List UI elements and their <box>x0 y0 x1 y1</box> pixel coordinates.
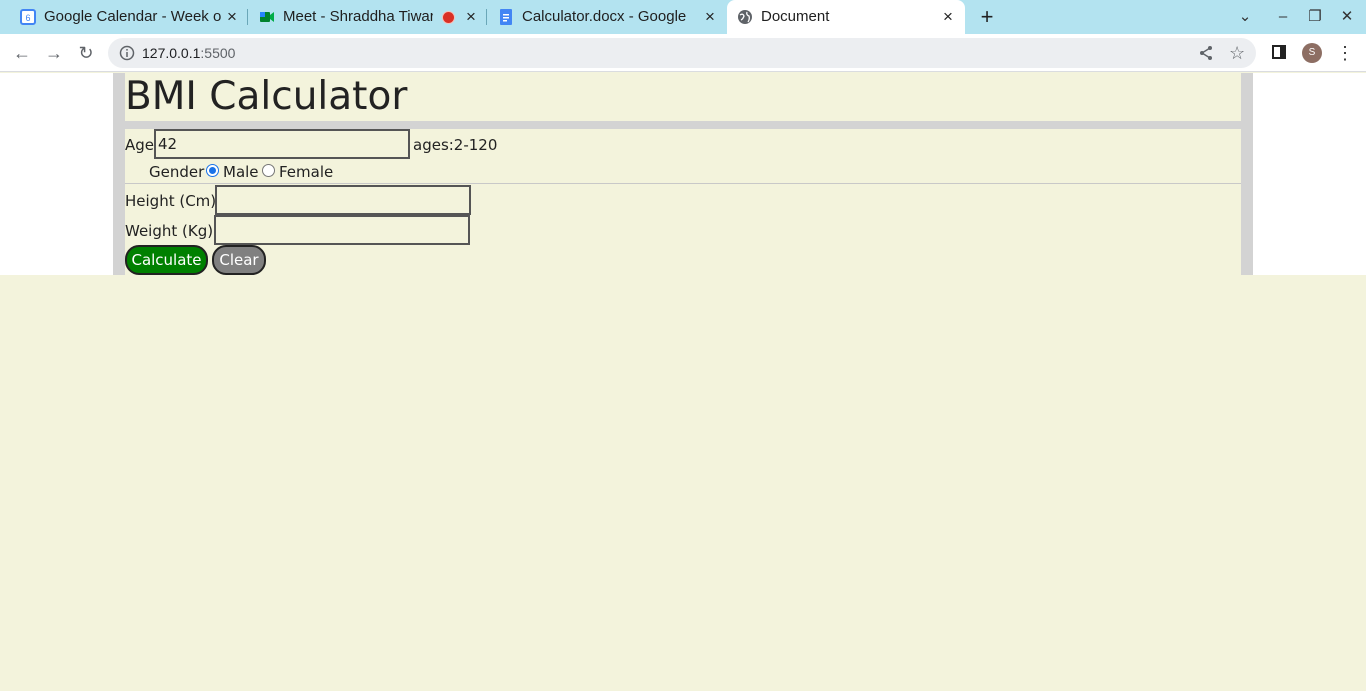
tab-title: Calculator.docx - Google D <box>522 8 690 25</box>
tab-title: Google Calendar - Week o <box>44 8 222 25</box>
page-title: BMI Calculator <box>125 74 408 119</box>
profile-avatar[interactable]: S <box>1302 43 1322 63</box>
globe-icon <box>737 9 753 25</box>
form-section: Age ages:2-120 Gender Male Female Height… <box>125 129 1241 275</box>
side-panel-icon[interactable] <box>1272 45 1286 59</box>
more-menu-icon[interactable]: ⋮ <box>1336 43 1354 63</box>
recording-icon <box>443 12 454 23</box>
age-hint: ages:2-120 <box>413 136 498 154</box>
tab-document[interactable]: Document × <box>727 0 965 34</box>
restore-icon[interactable]: ❐ <box>1306 8 1324 26</box>
close-icon[interactable]: × <box>702 8 718 25</box>
tab-google-meet[interactable]: Meet - Shraddha Tiwar × <box>248 0 487 34</box>
share-icon[interactable] <box>1198 45 1214 61</box>
bookmark-star-icon[interactable]: ☆ <box>1229 43 1245 64</box>
divider <box>125 183 1241 184</box>
gender-female-radio[interactable] <box>262 164 275 177</box>
calendar-icon: 6 <box>20 9 36 25</box>
page-viewport: BMI Calculator Age ages:2-120 Gender Mal… <box>0 73 1366 691</box>
gender-male-radio[interactable] <box>206 164 219 177</box>
address-bar[interactable]: 127.0.0.1:5500 ☆ <box>108 38 1256 68</box>
age-label: Age <box>125 136 155 154</box>
tab-google-docs[interactable]: Calculator.docx - Google D × <box>487 0 725 34</box>
calculate-button[interactable]: Calculate <box>125 245 208 275</box>
meet-icon <box>259 9 275 25</box>
gender-female-label[interactable]: Female <box>279 163 333 181</box>
docs-icon <box>498 9 514 25</box>
clear-button[interactable]: Clear <box>212 245 266 275</box>
new-tab-plus-icon[interactable]: + <box>977 6 997 28</box>
url-host: 127.0.0.1 <box>142 45 201 61</box>
weight-label: Weight (Kg) <box>125 222 214 240</box>
height-input[interactable] <box>215 185 471 215</box>
url-text[interactable]: 127.0.0.1:5500 <box>142 45 235 61</box>
tab-search-chevron-icon[interactable]: ⌄ <box>1236 8 1254 26</box>
tab-strip: 6 Google Calendar - Week o × Meet - Shra… <box>0 0 1366 34</box>
window-close-icon[interactable]: ✕ <box>1338 8 1356 26</box>
tab-google-calendar[interactable]: 6 Google Calendar - Week o × <box>0 0 248 34</box>
back-arrow-icon[interactable]: ← <box>12 43 32 63</box>
minimize-icon[interactable]: – <box>1274 8 1292 26</box>
close-icon[interactable]: × <box>463 8 479 25</box>
browser-toolbar: ← → ↻ 127.0.0.1:5500 ☆ S ⋮ <box>0 34 1366 72</box>
header-section: BMI Calculator <box>125 73 1241 121</box>
calculator-container: BMI Calculator Age ages:2-120 Gender Mal… <box>113 73 1253 275</box>
age-input[interactable] <box>154 129 410 159</box>
site-info-icon[interactable] <box>119 45 135 61</box>
close-icon[interactable]: × <box>224 8 240 25</box>
height-label: Height (Cm) <box>125 192 217 210</box>
gender-male-label[interactable]: Male <box>223 163 259 181</box>
url-port: :5500 <box>200 45 236 61</box>
svg-text:6: 6 <box>25 13 30 23</box>
forward-arrow-icon[interactable]: → <box>44 43 64 63</box>
weight-input[interactable] <box>214 215 470 245</box>
tab-title: Document <box>761 8 830 25</box>
reload-icon[interactable]: ↻ <box>76 43 96 63</box>
tab-title: Meet - Shraddha Tiwar <box>283 8 433 25</box>
close-icon[interactable]: × <box>940 8 956 25</box>
gender-label: Gender <box>149 163 205 181</box>
